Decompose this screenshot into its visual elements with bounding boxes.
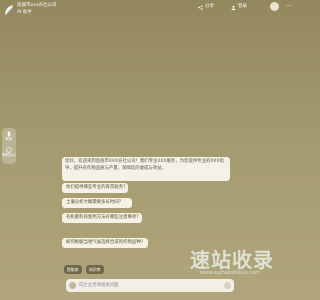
- tool-chip-agent[interactable]: 智能体: [64, 265, 82, 274]
- share-button[interactable]: 分享: [198, 4, 214, 10]
- login-label: 登录: [238, 4, 247, 9]
- tool-chip-knowledge[interactable]: 知识库: [86, 265, 104, 274]
- attach-icon[interactable]: [69, 282, 76, 289]
- suggested-question[interactable]: 土壤分析大概需要多长时间？: [62, 198, 132, 208]
- brand-subtitle: AI 助手: [17, 10, 32, 15]
- send-icon[interactable]: [224, 282, 231, 289]
- user-icon: [231, 5, 236, 10]
- watermark-url: www.suzhanshoulu.com: [200, 270, 261, 276]
- share-label: 分享: [205, 4, 214, 9]
- more-button[interactable]: ···: [286, 3, 292, 10]
- suggested-question[interactable]: 你们提供哪些专业的育苗服务？: [62, 183, 128, 193]
- chat-input-bar[interactable]: 向企业咨询相关问题: [66, 279, 234, 292]
- sidebar-item-contact[interactable]: 联系: [2, 131, 16, 142]
- suggested-question[interactable]: 如何根据当地气候选择合适的作物品种？: [62, 238, 148, 248]
- avatar[interactable]: [270, 2, 279, 11]
- login-button[interactable]: 登录: [231, 4, 247, 10]
- sidebar-item-help[interactable]: 帮助中心: [2, 147, 16, 158]
- sidebar-item-label: 帮助中心: [2, 153, 16, 157]
- side-float-panel: 联系 帮助中心: [2, 128, 16, 164]
- watermark-text: 速站收录: [190, 248, 274, 272]
- suggested-question[interactable]: 有机肥料的使用方法有哪些注意事项？: [62, 213, 142, 223]
- logo-icon: [5, 5, 14, 15]
- brand-name: 恩施市xxx农社公司: [17, 3, 57, 8]
- chat-input-placeholder: 向企业咨询相关问题: [79, 283, 119, 288]
- sidebar-item-label: 联系: [5, 137, 13, 141]
- assistant-greeting: 您好，欢迎来到恩施市XXX农社公司！我们专注XXX服务，为您提供专业的XXX指导…: [62, 157, 230, 181]
- header: 恩施市xxx农社公司 AI 助手 分享 登录 ···: [0, 0, 300, 22]
- share-icon: [198, 4, 203, 10]
